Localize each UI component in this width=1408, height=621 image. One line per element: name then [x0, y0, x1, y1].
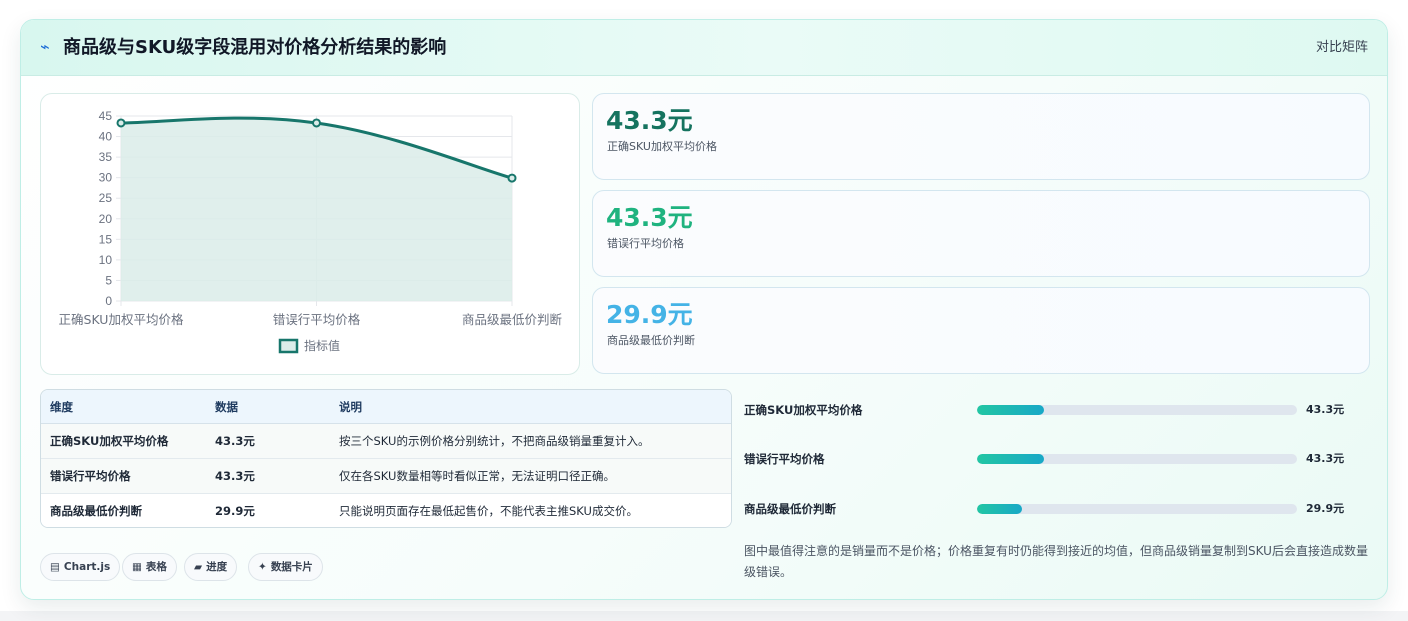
- x-tick-label: 商品级最低价判断: [462, 312, 562, 327]
- stat-value: 43.3元: [606, 106, 693, 135]
- progress-label: 商品级最低价判断: [744, 502, 836, 516]
- progress-label: 错误行平均价格: [744, 452, 825, 466]
- stat-card-lowest-price: 29.9元 商品级最低价判断: [592, 287, 1370, 374]
- chip-label: 进度: [206, 561, 228, 573]
- progress-row-lowest-price: 商品级最低价判断 29.9元: [744, 499, 1384, 519]
- panel-header: ⌁ 商品级与SKU级字段混用对价格分析结果的影响 对比矩阵: [21, 20, 1387, 76]
- chip-label: 表格: [145, 561, 167, 573]
- table-cell: 43.3元: [206, 458, 330, 494]
- lightning-icon: ⌁: [40, 37, 50, 56]
- progress-icon: ▰: [194, 561, 203, 573]
- chip-chartjs[interactable]: ▤ Chart.js: [40, 553, 121, 581]
- data-table-card: 维度 数据 说明 正确SKU加权平均价格 43.3元 按三个SKU的示例价格分别…: [40, 389, 732, 528]
- data-point: [507, 173, 517, 183]
- table-cell: 29.9元: [206, 493, 330, 527]
- comparison-panel: ⌁ 商品级与SKU级字段混用对价格分析结果的影响 对比矩阵 0 5 10 15 20 25…: [20, 19, 1388, 600]
- y-tick-label: 40: [99, 130, 113, 144]
- table-cell: 商品级最低价判断: [41, 493, 206, 527]
- progress-track: [977, 405, 1297, 415]
- table-header-description: 说明: [330, 390, 731, 424]
- legend-label: 指标值: [304, 338, 340, 353]
- comparison-matrix-link[interactable]: 对比矩阵: [1316, 39, 1368, 57]
- y-tick-label: 10: [99, 253, 113, 267]
- table-row: 商品级最低价判断 29.9元 只能说明页面存在最低起售价，不能代表主推SKU成交…: [41, 493, 731, 527]
- progress-value: 29.9元: [1306, 502, 1345, 515]
- stat-card-correct-sku: 43.3元 正确SKU加权平均价格: [592, 93, 1370, 180]
- chip-label: Chart.js: [63, 561, 111, 573]
- stat-value: 43.3元: [606, 203, 693, 232]
- stat-label: 错误行平均价格: [607, 237, 684, 250]
- table-cell: 错误行平均价格: [41, 458, 206, 494]
- table-cell: 正确SKU加权平均价格: [41, 423, 206, 459]
- series-area: [121, 118, 512, 301]
- chip-table[interactable]: ▦ 表格: [122, 553, 177, 581]
- y-tick-label: 25: [99, 191, 113, 205]
- stat-card-wrong-row: 43.3元 错误行平均价格: [592, 190, 1370, 277]
- y-tick-label: 30: [99, 171, 113, 185]
- sparkle-icon: ✦: [258, 561, 267, 573]
- progress-track: [977, 454, 1297, 464]
- table-icon: ▦: [132, 561, 142, 573]
- chip-label: 数据卡片: [270, 561, 313, 573]
- y-tick-label: 5: [105, 273, 112, 287]
- progress-row-wrong-row: 错误行平均价格 43.3元: [744, 449, 1384, 469]
- data-point: [116, 118, 126, 128]
- table-row: 错误行平均价格 43.3元 仅在各SKU数量相等时看似正常，无法证明口径正确。: [41, 458, 731, 494]
- progress-fill: [977, 504, 1022, 514]
- table-row: 正确SKU加权平均价格 43.3元 按三个SKU的示例价格分别统计，不把商品级销…: [41, 423, 731, 459]
- page-bottom-strip: [0, 611, 1408, 621]
- table-header-data: 数据: [206, 390, 330, 424]
- x-tick-label: 错误行平均价格: [273, 312, 361, 327]
- y-tick-label: 35: [99, 150, 113, 164]
- table-cell: 只能说明页面存在最低起售价，不能代表主推SKU成交价。: [330, 493, 731, 527]
- progress-value: 43.3元: [1306, 452, 1345, 465]
- data-point: [312, 118, 321, 128]
- stat-value: 29.9元: [606, 300, 693, 329]
- chart-icon: ▤: [50, 561, 60, 573]
- y-tick-label: 45: [99, 109, 113, 123]
- price-area-chart: 0 5 10 15 20 25 30 35 40 45 正确SKU加权平均价格 错误行平均价格 商品级最…: [59, 109, 562, 354]
- data-table: 维度 数据 说明 正确SKU加权平均价格 43.3元 按三个SKU的示例价格分别…: [41, 390, 731, 527]
- chip-data-card[interactable]: ✦ 数据卡片: [248, 553, 323, 581]
- x-tick-label: 正确SKU加权平均价格: [59, 312, 184, 327]
- progress-track: [977, 504, 1297, 514]
- y-tick-label: 15: [99, 232, 113, 246]
- y-tick-label: 0: [105, 294, 112, 308]
- progress-value: 43.3元: [1306, 403, 1345, 416]
- legend-swatch: [278, 338, 299, 354]
- chart-card: 0 5 10 15 20 25 30 35 40 45 正确SKU加权平均价格 错误行平均价格 商品级最…: [40, 93, 580, 375]
- chip-progress[interactable]: ▰ 进度: [184, 553, 238, 581]
- table-cell: 43.3元: [206, 423, 330, 459]
- progress-fill: [977, 405, 1045, 415]
- panel-title: 商品级与SKU级字段混用对价格分析结果的影响: [63, 37, 447, 58]
- progress-label: 正确SKU加权平均价格: [744, 403, 863, 417]
- stat-label: 正确SKU加权平均价格: [607, 140, 717, 153]
- table-header-dimension: 维度: [41, 390, 206, 424]
- progress-row-correct-sku: 正确SKU加权平均价格 43.3元: [744, 400, 1384, 420]
- stat-label: 商品级最低价判断: [607, 334, 695, 347]
- table-cell: 仅在各SKU数量相等时看似正常，无法证明口径正确。: [330, 458, 731, 494]
- y-tick-label: 20: [99, 212, 113, 226]
- progress-fill: [977, 454, 1045, 464]
- table-cell: 按三个SKU的示例价格分别统计，不把商品级销量重复计入。: [330, 423, 731, 459]
- insight-note: 图中最值得注意的是销量而不是价格；价格重复有时仍能得到接近的均值，但商品级销量复…: [744, 544, 1368, 579]
